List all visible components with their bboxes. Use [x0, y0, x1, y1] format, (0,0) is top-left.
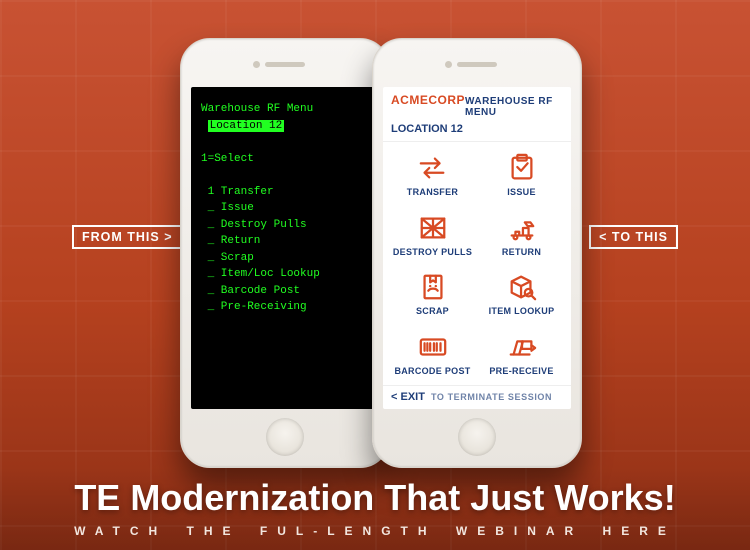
- menu-grid: TRANSFER ISSUE DESTROY PULLS RETURN SCRAP ITE…: [383, 142, 571, 385]
- app-header: ACMECORP WAREHOUSE RF MENU: [383, 87, 571, 120]
- return-icon: [505, 213, 539, 243]
- location-bar: LOCATION 12: [383, 120, 571, 142]
- phone-camera: [445, 61, 452, 68]
- promo-banner[interactable]: TE Modernization That Just Works! WATCH …: [0, 467, 750, 550]
- terminal-emulator[interactable]: Warehouse RF Menu Location 12 1=Select 1…: [191, 87, 379, 409]
- app-brand: ACMECORP: [391, 93, 465, 107]
- label-from-this: FROM THIS >: [72, 225, 183, 249]
- destroy-icon: [416, 213, 450, 243]
- tile-label-destroy: DESTROY PULLS: [393, 247, 472, 257]
- tile-destroy[interactable]: DESTROY PULLS: [389, 206, 476, 264]
- tile-label-lookup: ITEM LOOKUP: [489, 306, 555, 316]
- issue-icon: [505, 153, 539, 183]
- tile-transfer[interactable]: TRANSFER: [389, 146, 476, 204]
- tile-prereceive[interactable]: PRE-RECEIVE: [478, 325, 565, 383]
- scrap-icon: [416, 272, 450, 302]
- banner-headline: TE Modernization That Just Works!: [0, 477, 750, 519]
- phone-camera: [253, 61, 260, 68]
- terminal-location: Location 12: [208, 120, 285, 132]
- lookup-icon: [505, 272, 539, 302]
- tile-label-return: RETURN: [502, 247, 541, 257]
- terminal-select-hint: 1=Select: [201, 153, 254, 165]
- app-footer: < EXIT TO TERMINATE SESSION: [383, 385, 571, 409]
- tile-barcode[interactable]: BARCODE POST: [389, 325, 476, 383]
- exit-hint: TO TERMINATE SESSION: [431, 392, 552, 402]
- tile-scrap[interactable]: SCRAP: [389, 266, 476, 324]
- transfer-icon: [416, 153, 450, 183]
- tile-label-barcode: BARCODE POST: [394, 366, 470, 376]
- phone-modern: ACMECORP WAREHOUSE RF MENU LOCATION 12 T…: [372, 38, 582, 468]
- terminal-title: Warehouse RF Menu: [201, 103, 313, 115]
- phone-speaker: [265, 62, 305, 67]
- tile-label-transfer: TRANSFER: [407, 187, 458, 197]
- tile-issue[interactable]: ISSUE: [478, 146, 565, 204]
- legacy-screen: Warehouse RF Menu Location 12 1=Select 1…: [191, 87, 379, 409]
- tile-label-prereceive: PRE-RECEIVE: [489, 366, 553, 376]
- tile-label-issue: ISSUE: [507, 187, 536, 197]
- label-to-this: < TO THIS: [589, 225, 678, 249]
- app-header-sub: WAREHOUSE RF MENU: [465, 96, 563, 118]
- prereceive-icon: [505, 332, 539, 362]
- phone-legacy: Warehouse RF Menu Location 12 1=Select 1…: [180, 38, 390, 468]
- banner-cta[interactable]: WATCH THE FUL-LENGTH WEBINAR HERE: [0, 524, 750, 538]
- phone-speaker: [457, 62, 497, 67]
- terminal-items[interactable]: 1 Transfer _ Issue _ Destroy Pulls _ Ret…: [201, 186, 320, 314]
- modern-screen: ACMECORP WAREHOUSE RF MENU LOCATION 12 T…: [383, 87, 571, 409]
- barcode-icon: [416, 332, 450, 362]
- exit-button[interactable]: < EXIT: [391, 391, 425, 403]
- home-button-legacy[interactable]: [266, 418, 304, 456]
- home-button-modern[interactable]: [458, 418, 496, 456]
- tile-lookup[interactable]: ITEM LOOKUP: [478, 266, 565, 324]
- tile-return[interactable]: RETURN: [478, 206, 565, 264]
- tile-label-scrap: SCRAP: [416, 306, 449, 316]
